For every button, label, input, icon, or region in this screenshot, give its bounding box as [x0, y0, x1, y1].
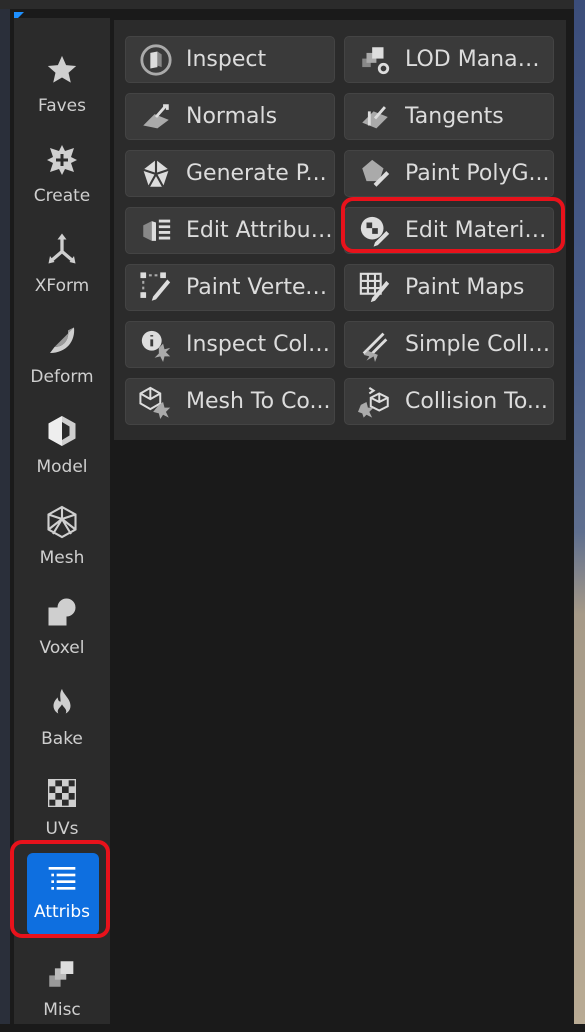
sidebar-item-label: Create	[33, 186, 91, 206]
tool-label: LOD Manager	[405, 47, 553, 72]
sidebar-item-voxel[interactable]: Voxel	[14, 584, 110, 670]
sidebar-item-label: Faves	[37, 96, 86, 116]
tangents-icon	[355, 97, 395, 137]
sidebar-item-label: UVs	[45, 819, 79, 839]
tool-mesh-to-collision-button[interactable]: Mesh To Co...	[125, 378, 335, 425]
sidebar-item-label: Misc	[43, 1000, 81, 1020]
window-top-bar	[0, 0, 585, 9]
sidebar-item-model[interactable]: Model	[14, 403, 110, 489]
star-icon	[42, 50, 82, 90]
xform-icon	[42, 230, 82, 270]
tool-paint-vertex-button[interactable]: Paint Vertex...	[125, 264, 335, 311]
edit-materials-highlight-ring	[341, 197, 565, 253]
inspect-collision-icon	[136, 325, 176, 365]
paint-vertex-icon	[136, 268, 176, 308]
tool-label: Paint PolyG...	[405, 161, 550, 186]
sidebar-item-faves[interactable]: Faves	[14, 42, 110, 128]
tool-inspect-collision-button[interactable]: Inspect Coll...	[125, 321, 335, 368]
tool-label: Paint Maps	[405, 275, 525, 300]
tool-paint-polygroups-button[interactable]: Paint PolyG...	[344, 150, 554, 197]
sidebar-item-label: XForm	[34, 276, 90, 296]
sidebar-item-deform[interactable]: Deform	[14, 313, 110, 399]
tool-paint-maps-button[interactable]: Paint Maps	[344, 264, 554, 311]
attribs-highlight-ring	[10, 840, 110, 938]
tool-label: Inspect Coll...	[186, 332, 334, 357]
create-icon	[42, 140, 82, 180]
sidebar-item-label: Voxel	[39, 638, 85, 658]
tool-tangents-button[interactable]: Tangents	[344, 93, 554, 140]
edit-attributes-icon	[136, 211, 176, 251]
inspect-icon	[136, 40, 176, 80]
simple-collision-icon	[355, 325, 395, 365]
generate-polygroups-icon	[136, 154, 176, 194]
sidebar-item-bake[interactable]: Bake	[14, 675, 110, 761]
mesh-to-collision-icon	[136, 382, 176, 422]
sidebar-item-uvs[interactable]: UVs	[14, 765, 110, 851]
paint-maps-icon	[355, 268, 395, 308]
paint-polygroups-icon	[355, 154, 395, 194]
tool-label: Inspect	[186, 47, 267, 72]
tool-label: Tangents	[405, 104, 504, 129]
tool-label: Generate P...	[186, 161, 327, 186]
sidebar-item-label: Mesh	[39, 548, 85, 568]
tool-label: Mesh To Co...	[186, 389, 331, 414]
tool-label: Simple Colli...	[405, 332, 553, 357]
tool-label: Collision To...	[405, 389, 548, 414]
misc-icon	[42, 954, 82, 994]
flame-icon	[42, 683, 82, 723]
tool-label: Normals	[186, 104, 278, 129]
sidebar-item-misc[interactable]: Misc	[14, 946, 110, 1032]
tool-label: Edit Attribut...	[186, 218, 334, 243]
tool-generate-polygroups-button[interactable]: Generate P...	[125, 150, 335, 197]
tool-normals-button[interactable]: Normals	[125, 93, 335, 140]
tool-lod-manager-button[interactable]: LOD Manager	[344, 36, 554, 83]
tool-label: Paint Vertex...	[186, 275, 334, 300]
lod-manager-icon	[355, 40, 395, 80]
sidebar-item-mesh[interactable]: Mesh	[14, 494, 110, 580]
normals-icon	[136, 97, 176, 137]
tool-inspect-button[interactable]: Inspect	[125, 36, 335, 83]
mesh-icon	[42, 502, 82, 542]
collision-to-mesh-icon	[355, 382, 395, 422]
deform-icon	[42, 321, 82, 361]
checker-icon	[42, 773, 82, 813]
tool-simple-collision-button[interactable]: Simple Colli...	[344, 321, 554, 368]
tool-collision-to-mesh-button[interactable]: Collision To...	[344, 378, 554, 425]
viewport-left-edge	[0, 9, 10, 1024]
model-icon	[42, 411, 82, 451]
sidebar-item-label: Model	[36, 457, 88, 477]
tool-edit-attributes-button[interactable]: Edit Attribut...	[125, 207, 335, 254]
sidebar-item-label: Deform	[30, 367, 94, 387]
voxel-icon	[42, 592, 82, 632]
viewport-right-edge[interactable]	[574, 0, 585, 1024]
sidebar-item-label: Bake	[41, 729, 83, 749]
sidebar-item-xform[interactable]: XForm	[14, 222, 110, 308]
sidebar-item-create[interactable]: Create	[14, 132, 110, 218]
